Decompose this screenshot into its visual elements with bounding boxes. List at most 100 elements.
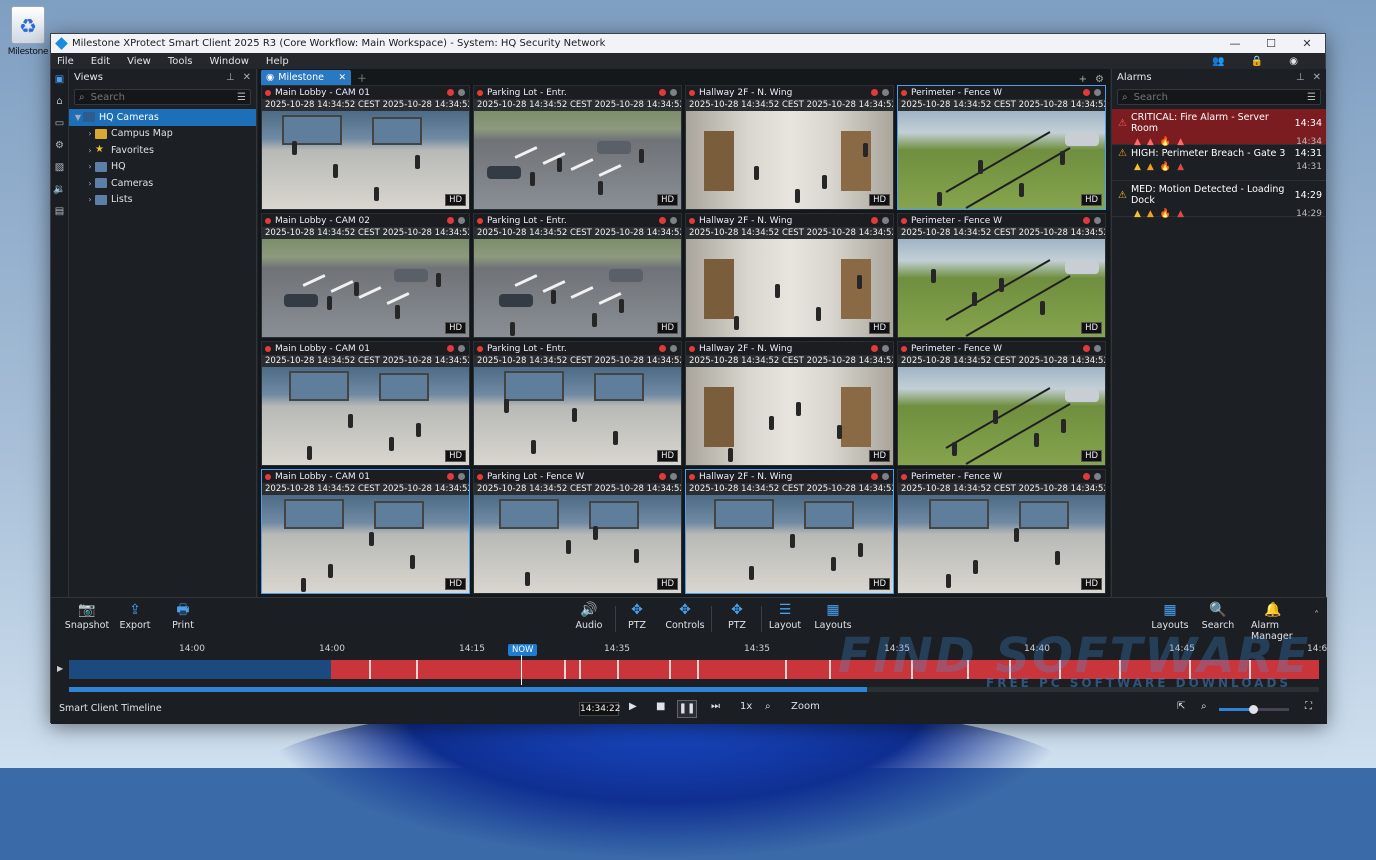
- toolbar-button-snapshot[interactable]: 📷 Snapshot: [65, 602, 109, 631]
- alarm-item[interactable]: ⚠ HIGH: Perimeter Breach - Gate 3 14:31 ▲ ▲ 🔥…: [1112, 145, 1326, 181]
- camera-tile[interactable]: Parking Lot - Entr. 2025-10-28 14:34:52 C…: [473, 85, 682, 210]
- event-marker[interactable]: [617, 660, 619, 679]
- recycle-bin-shortcut[interactable]: ♻ Milestone: [6, 6, 50, 57]
- zoom-slider-knob[interactable]: [1249, 705, 1258, 714]
- tile-menu-icon[interactable]: [670, 89, 677, 96]
- event-marker[interactable]: [416, 660, 418, 679]
- alarm-filter-icon[interactable]: ☰: [1307, 92, 1320, 103]
- alarms-close-icon[interactable]: ✕: [1313, 72, 1321, 83]
- gear-rail-icon[interactable]: ⚙: [51, 135, 68, 157]
- pin-icon[interactable]: ⊥: [226, 72, 235, 83]
- event-marker[interactable]: [829, 660, 831, 679]
- users-icon[interactable]: 👥: [1212, 56, 1224, 67]
- close-button[interactable]: ✕: [1289, 37, 1325, 50]
- alarms-search-input[interactable]: [1133, 91, 1274, 103]
- tile-menu-icon[interactable]: [1094, 473, 1101, 480]
- play-icon[interactable]: ▶: [629, 701, 637, 712]
- camera-tile[interactable]: Perimeter - Fence W 2025-10-28 14:34:52 C…: [897, 213, 1106, 338]
- settings-icon[interactable]: ⚙: [1095, 74, 1104, 85]
- image-rail-icon[interactable]: ▨: [51, 157, 68, 179]
- event-marker[interactable]: [579, 660, 581, 679]
- toolbar-button-layouts[interactable]: ▦ Layouts: [1148, 602, 1192, 631]
- toolbar-button-audio[interactable]: 🔊 Audio: [567, 602, 611, 631]
- toolbar-button-layout[interactable]: ☰ Layout: [763, 602, 807, 631]
- chevron-right-icon[interactable]: ›: [85, 195, 95, 204]
- tile-menu-icon[interactable]: [458, 217, 465, 224]
- toolbar-button-ptz[interactable]: ✥ PTZ: [715, 602, 759, 631]
- alarm-item[interactable]: ⚠ CRITICAL: Fire Alarm - Server Room 14:34…: [1112, 109, 1326, 147]
- camera-tile[interactable]: Parking Lot - Fence W 2025-10-28 14:34:52…: [473, 469, 682, 594]
- speed-selector[interactable]: 1x: [740, 701, 752, 712]
- tile-menu-icon[interactable]: [670, 345, 677, 352]
- now-marker[interactable]: NOW: [508, 644, 538, 656]
- toolbar-button-print[interactable]: 🖶 Print: [161, 602, 205, 631]
- event-marker[interactable]: [669, 660, 671, 679]
- lock-icon[interactable]: 🔒: [1251, 56, 1263, 67]
- tile-menu-icon[interactable]: [670, 473, 677, 480]
- menu-help[interactable]: Help: [266, 56, 289, 67]
- zoom-icon[interactable]: ⌕: [765, 701, 771, 712]
- alarm-item[interactable]: ⚠ MED: Motion Detected - Loading Dock 14:2…: [1112, 181, 1326, 219]
- fullscreen-icon[interactable]: ⛶: [1305, 701, 1312, 712]
- chevron-right-icon[interactable]: ›: [85, 179, 95, 188]
- maximize-button[interactable]: ☐: [1253, 37, 1289, 50]
- tile-menu-icon[interactable]: [458, 473, 465, 480]
- camera-tile[interactable]: Main Lobby - CAM 01 2025-10-28 14:34:52 C…: [261, 85, 470, 210]
- menu-file[interactable]: File: [57, 56, 74, 67]
- toolbar-button-export[interactable]: ⇪ Export: [113, 602, 157, 631]
- views-rail-icon[interactable]: ▣: [51, 69, 68, 91]
- tree-item[interactable]: › HQ: [69, 159, 256, 176]
- views-search-input[interactable]: [90, 91, 211, 103]
- tile-menu-icon[interactable]: [882, 473, 889, 480]
- tile-menu-icon[interactable]: [882, 217, 889, 224]
- add-view-icon[interactable]: +: [1079, 74, 1087, 85]
- chevron-right-icon[interactable]: ›: [85, 146, 95, 155]
- alarm-action-icon[interactable]: ▲: [1177, 209, 1184, 219]
- minimize-button[interactable]: —: [1217, 37, 1253, 50]
- tile-menu-icon[interactable]: [882, 89, 889, 96]
- tile-menu-icon[interactable]: [882, 345, 889, 352]
- toolbar-button-controls[interactable]: ✥ Controls: [663, 602, 707, 631]
- alarm-action-icon[interactable]: 🔥: [1160, 209, 1171, 219]
- tree-item[interactable]: › Campus Map: [69, 126, 256, 143]
- time-field[interactable]: 14:34:22: [579, 702, 620, 716]
- tab-close-icon[interactable]: ✕: [338, 73, 346, 83]
- camera-tile[interactable]: Perimeter - Fence W 2025-10-28 14:34:52 C…: [897, 85, 1106, 210]
- camera-tile[interactable]: Perimeter - Fence W 2025-10-28 14:34:52 C…: [897, 469, 1106, 594]
- alarms-pin-icon[interactable]: ⊥: [1296, 72, 1305, 83]
- zoom-out-icon[interactable]: ⌕: [1201, 701, 1207, 712]
- home-rail-icon[interactable]: ⌂: [51, 91, 68, 113]
- toolbar-button-ptz[interactable]: ✥ PTZ: [615, 602, 659, 631]
- chevron-right-icon[interactable]: ›: [85, 162, 95, 171]
- stop-icon[interactable]: ■: [656, 701, 665, 712]
- alarm-action-icon[interactable]: ▲: [1134, 209, 1141, 219]
- skip-next-icon[interactable]: ⏭: [711, 701, 720, 712]
- tree-item[interactable]: ▼ HQ Cameras: [69, 109, 256, 126]
- event-marker[interactable]: [564, 660, 566, 679]
- alarm-action-icon[interactable]: 🔥: [1160, 162, 1171, 172]
- menu-view[interactable]: View: [127, 56, 151, 67]
- camera-tile[interactable]: Hallway 2F - N. Wing 2025-10-28 14:34:52 …: [685, 469, 894, 594]
- chevron-right-icon[interactable]: ›: [85, 129, 95, 138]
- toolbar-button-search[interactable]: 🔍 Search: [1196, 602, 1240, 631]
- timeline-play-icon[interactable]: ▶: [57, 664, 63, 673]
- tile-menu-icon[interactable]: [458, 89, 465, 96]
- alarm-action-icon[interactable]: ▲: [1147, 162, 1154, 172]
- list-rail-icon[interactable]: ▤: [51, 201, 68, 223]
- hamburger-icon[interactable]: ☰: [237, 92, 250, 103]
- tile-menu-icon[interactable]: [458, 345, 465, 352]
- event-marker[interactable]: [785, 660, 787, 679]
- tree-item[interactable]: › ★ Favorites: [69, 142, 256, 159]
- tile-menu-icon[interactable]: [1094, 345, 1101, 352]
- add-tab-icon[interactable]: ＋: [357, 70, 367, 85]
- camera-tile[interactable]: Parking Lot - Entr. 2025-10-28 14:34:52 C…: [473, 213, 682, 338]
- tree-item[interactable]: › Lists: [69, 192, 256, 209]
- alarm-action-icon[interactable]: ▲: [1134, 162, 1141, 172]
- camera-tile[interactable]: Parking Lot - Entr. 2025-10-28 14:34:52 C…: [473, 341, 682, 466]
- camera-tile[interactable]: Hallway 2F - N. Wing 2025-10-28 14:34:52 …: [685, 85, 894, 210]
- zoom-slider[interactable]: [1219, 705, 1289, 714]
- expand-icon[interactable]: ⇱: [1177, 701, 1185, 712]
- audio-rail-icon[interactable]: 🔉: [51, 179, 68, 201]
- workspace-tab[interactable]: ◉ Milestone ✕: [261, 70, 351, 85]
- alarm-action-icon[interactable]: ▲: [1177, 162, 1184, 172]
